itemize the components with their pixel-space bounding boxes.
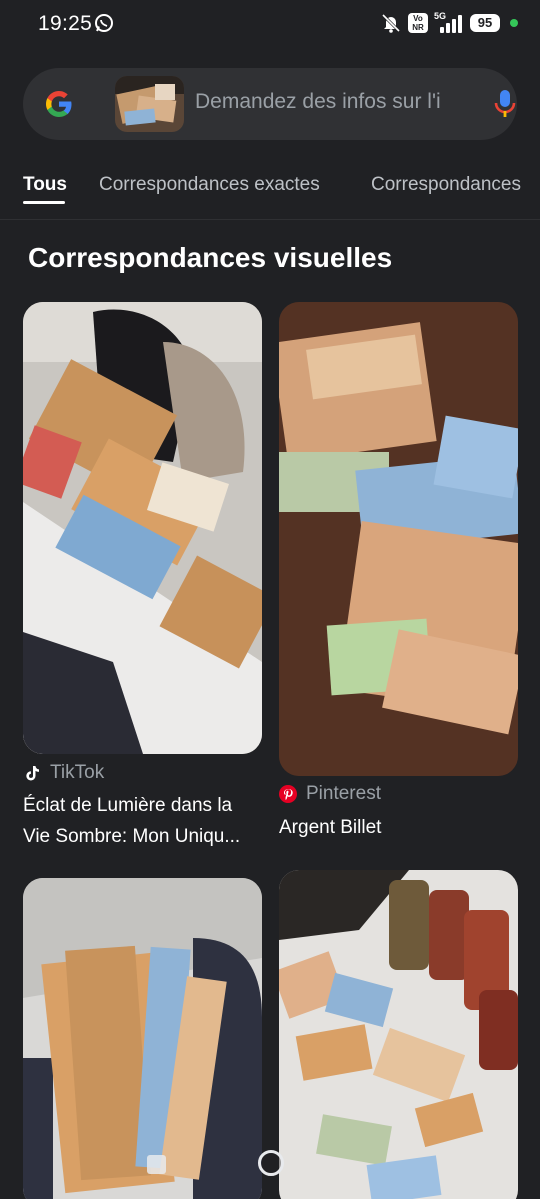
tab-exact-matches[interactable]: Correspondances exactes [99, 174, 320, 196]
tab-tous[interactable]: Tous [23, 174, 67, 196]
result-image[interactable] [279, 870, 518, 1199]
active-tab-indicator [23, 201, 65, 204]
camera-indicator-icon [510, 19, 518, 27]
network-type: 5G [434, 11, 447, 21]
search-bar[interactable]: Demandez des infos sur l'i [23, 68, 517, 140]
result-image[interactable] [23, 878, 262, 1199]
result-title[interactable]: Argent Billet [279, 812, 519, 843]
battery-icon: 95 [470, 14, 500, 32]
volte-icon: Vo NR [408, 13, 428, 33]
result-image[interactable] [279, 302, 518, 776]
search-input[interactable]: Demandez des infos sur l'i [195, 90, 467, 114]
result-title-line: Vie Sombre: Mon Uniqu... [23, 826, 241, 847]
recents-button[interactable] [147, 1155, 166, 1174]
bell-off-icon [381, 13, 401, 33]
tab-matches[interactable]: Correspondances [371, 174, 521, 196]
source-name: Pinterest [306, 783, 381, 804]
screen: 19:25 Vo NR 5G 95 Demandez des infos sur… [0, 0, 540, 1199]
status-bar: 19:25 Vo NR 5G 95 [0, 0, 540, 50]
result-title[interactable]: Éclat de Lumière dans la Vie Sombre: Mon… [23, 790, 263, 852]
query-image-thumbnail[interactable] [115, 76, 184, 132]
status-time: 19:25 [38, 12, 93, 35]
tiktok-icon [26, 766, 39, 781]
result-title-line: Éclat de Lumière dans la [23, 795, 233, 816]
status-icons: Vo NR 5G 95 [380, 11, 518, 34]
result-source: Pinterest [279, 783, 381, 805]
source-name: TikTok [50, 762, 105, 783]
pinterest-icon [279, 785, 297, 803]
signal-icon: 5G [434, 11, 464, 33]
google-logo[interactable] [42, 87, 76, 121]
tab-bar: Tous Correspondances exactes Corresponda… [0, 160, 540, 220]
section-title: Correspondances visuelles [28, 242, 393, 273]
result-title-line: Argent Billet [279, 817, 382, 838]
whatsapp-icon [95, 14, 113, 32]
result-image[interactable] [23, 302, 262, 754]
mic-icon[interactable] [493, 88, 517, 120]
home-button[interactable] [258, 1150, 284, 1176]
result-source: TikTok [23, 762, 104, 784]
